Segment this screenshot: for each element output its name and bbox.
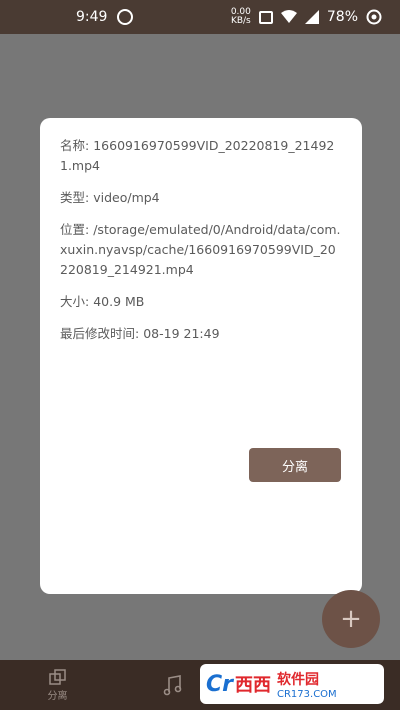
file-type-value: video/mp4 <box>93 190 160 205</box>
file-modified-value: 08-19 21:49 <box>143 326 220 341</box>
nav-item-split-label: 分离 <box>47 690 68 702</box>
watermark-name: 软件园 <box>277 671 319 688</box>
watermark-text: 软件园 CR173.COM <box>277 669 337 700</box>
file-name-row: 名称: 1660916970599VID_20220819_214921.mp4 <box>60 136 342 176</box>
watermark-domain: CR173.COM <box>277 688 337 700</box>
file-location-row: 位置:/storage/emulated/0/Android/data/com.… <box>60 220 342 280</box>
file-modified-row: 最后修改时间: 08-19 21:49 <box>60 324 342 344</box>
file-name-value: 1660916970599VID_20220819_214921.mp4 <box>60 138 335 173</box>
music-icon <box>163 675 181 696</box>
watermark-logo: Cr <box>206 671 233 697</box>
net-speed-unit: KB/s <box>230 16 251 26</box>
file-info-dialog: 名称: 1660916970599VID_20220819_214921.mp4 … <box>40 118 362 594</box>
app-notification-icon <box>117 9 134 25</box>
site-watermark: Cr 西西 软件园 CR173.COM <box>200 664 384 704</box>
file-size-label: 大小: <box>60 294 90 309</box>
file-location-label: 位置: <box>60 222 90 237</box>
wifi-icon <box>280 10 297 23</box>
status-time: 9:49 <box>76 9 108 25</box>
file-size-row: 大小: 40.9 MB <box>60 292 342 312</box>
signal-icon <box>304 10 319 24</box>
file-type-label: 类型: <box>60 190 90 205</box>
status-icons: 0.00 KB/s 78% <box>231 8 382 26</box>
data-saver-icon <box>366 9 382 25</box>
file-location-value: /storage/emulated/0/Android/data/com.xux… <box>60 222 341 277</box>
plus-icon: + <box>340 604 362 634</box>
file-modified-label: 最后修改时间: <box>60 326 140 341</box>
battery-level: 78% <box>326 9 358 25</box>
add-fab-button[interactable]: + <box>322 590 380 648</box>
file-type-row: 类型: video/mp4 <box>60 188 342 208</box>
screenshot-icon <box>258 10 273 24</box>
file-size-value: 40.9 MB <box>93 294 145 309</box>
status-bar: 9:49 0.00 KB/s 78% <box>0 0 400 34</box>
split-icon <box>48 668 66 685</box>
file-name-label: 名称: <box>60 138 90 153</box>
net-speed: 0.00 KB/s <box>231 8 251 26</box>
watermark-brand: 西西 <box>235 675 271 696</box>
nav-item-split[interactable]: 分离 <box>0 660 115 710</box>
split-button[interactable]: 分离 <box>249 448 341 482</box>
